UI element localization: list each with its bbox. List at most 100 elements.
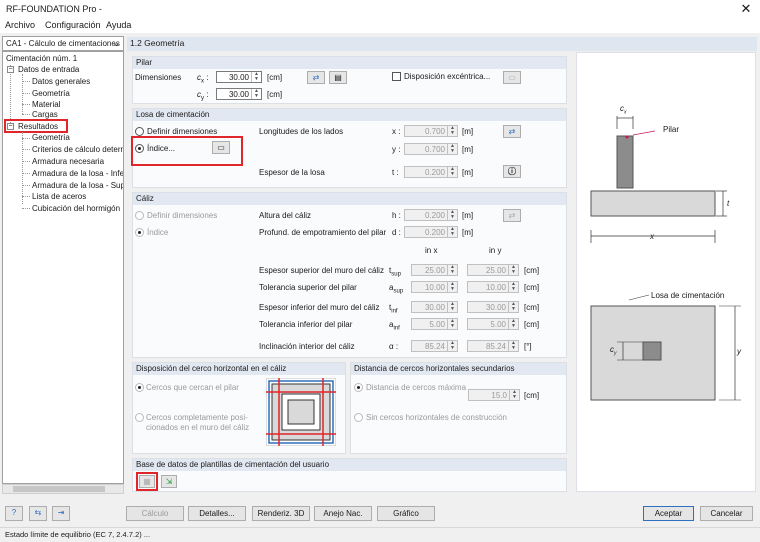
hoops-option1-radio[interactable] [135,383,144,392]
spacing-option1-label: Distancia de cercos máxima [366,383,467,392]
tree-result-item[interactable]: Geometría [32,133,70,142]
templates-header: Base de datos de plantillas de cimentaci… [133,459,566,471]
render-3d-button[interactable]: Renderiz. 3D [252,506,310,521]
define-dimensions-radio[interactable] [135,127,144,136]
details-button[interactable]: Detalles... [188,506,246,521]
tree-result-item[interactable]: Armadura necesaria [32,157,104,166]
national-annex-button[interactable]: Anejo Nac. [314,506,372,521]
hoops-preview-image [266,378,336,446]
x-input[interactable]: 0.700 ▲ ▼ [404,125,458,137]
spacing-option1-radio[interactable] [354,383,363,392]
hoops-option2-label-line1: Cercos completamente posi- [146,413,248,422]
caliz-index-radio[interactable] [135,228,144,237]
menu-archivo[interactable]: Archivo [5,20,35,30]
caliz-define-label: Definir dimensiones [147,211,218,220]
graphic-button[interactable]: Gráfico [377,506,435,521]
caliz-row-input-x[interactable]: 30.00 ▲ ▼ [411,301,458,313]
swap-icon[interactable]: ⇄ [503,125,521,138]
spacing-input[interactable]: 15.0 ▲ ▼ [468,389,520,401]
tree-result-item[interactable]: Cubicación del hormigón [32,204,120,213]
d-unit: [m] [462,228,474,237]
navigator-tree: Cimentación núm. 1 − Datos de entrada Da… [2,51,124,484]
pilar-header: Pilar [133,57,566,69]
eccentric-label: Disposición excéntrica... [404,72,491,81]
tree-result-item[interactable]: Criterios de cálculo determ [32,145,123,154]
accept-button[interactable]: Aceptar [643,506,694,521]
cancel-button[interactable]: Cancelar [700,506,753,521]
h-input[interactable]: 0.200 ▲ ▼ [404,209,458,221]
app-window: RF-FOUNDATION Pro - ✕ Archivo Configurac… [0,0,760,542]
y-label: y : [392,145,401,154]
caliz-row-symbol: tinf [389,303,398,315]
t-input[interactable]: 0.200 ▲ ▼ [404,166,458,178]
tree-result-item[interactable]: Armadura de la losa - Supe [32,181,123,190]
spacing-section: Distancia de cercos horizontales secunda… [350,362,567,454]
caliz-row-unit: [cm] [524,283,540,292]
caliz-row-symbol: α : [389,342,399,351]
edit-section-icon[interactable]: ▤ [329,71,347,84]
d-input[interactable]: 0.200 ▲ ▼ [404,226,458,238]
menu-configuracion[interactable]: Configuración [45,20,101,30]
swap-icon[interactable]: ⇄ [307,71,325,84]
tree-item-loads[interactable]: Cargas [32,110,58,119]
caliz-row-input-y[interactable]: 85.24 ▲ ▼ [467,340,519,352]
cy-label: cy : [197,90,209,102]
diagram-losa-label: Losa de cimentación [651,291,725,300]
template-import-icon[interactable]: ⇲ [161,475,177,488]
cy-input[interactable]: 30.00 ▲ ▼ [216,88,262,100]
tree-item-material[interactable]: Material [32,100,60,109]
caliz-row-unit: [cm] [524,303,540,312]
export-icon[interactable]: ⇥ [52,506,70,521]
in-x-header: in x [425,246,438,255]
case-selector[interactable]: CA1 - Cálculo de cimentaciones ⌄ [2,36,124,51]
close-icon[interactable]: ✕ [738,1,754,17]
tree-result-item[interactable]: Lista de aceros [32,192,86,201]
tree-scrollbar[interactable] [2,484,124,494]
cx-input[interactable]: 30.00 ▲ ▼ [216,71,262,83]
caliz-row-label: Tolerancia superior del pilar [259,283,357,292]
caliz-row-input-y[interactable]: 25.00 ▲ ▼ [467,264,519,276]
geometry-diagram: cx Pilar t x Losa de cimentación cy y [576,52,756,492]
import-icon[interactable]: ⇆ [29,506,47,521]
tree-root[interactable]: Cimentación núm. 1 [6,54,77,63]
caliz-row-input-y[interactable]: 5.00 ▲ ▼ [467,318,519,330]
h-unit: [m] [462,211,474,220]
caliz-row-unit: [cm] [524,320,540,329]
calc-button[interactable]: Cálculo [126,506,184,521]
caliz-row-input-y[interactable]: 10.00 ▲ ▼ [467,281,519,293]
tree-item-input[interactable]: Datos de entrada [18,65,79,74]
caliz-row-symbol: asup [389,283,404,295]
collapse-icon[interactable]: − [7,66,14,73]
tree-result-item[interactable]: Armadura de la losa - Infer [32,169,123,178]
caliz-row-input-x[interactable]: 10.00 ▲ ▼ [411,281,458,293]
help-icon[interactable]: ? [5,506,23,521]
hoops-option2-radio[interactable] [135,413,144,422]
caliz-row-input-y[interactable]: 30.00 ▲ ▼ [467,301,519,313]
menu-bar: Archivo Configuración Ayuda [0,18,760,33]
tree-item-general[interactable]: Datos generales [32,77,90,86]
diagram-y-label: y [737,347,741,356]
caliz-height-label: Altura del cáliz [259,211,312,220]
menu-ayuda[interactable]: Ayuda [106,20,131,30]
cy-unit: [cm] [267,90,283,99]
results-highlight-box [4,119,68,133]
caliz-row-input-x[interactable]: 85.24 ▲ ▼ [411,340,458,352]
caliz-row-input-x[interactable]: 5.00 ▲ ▼ [411,318,458,330]
caliz-row-input-x[interactable]: 25.00 ▲ ▼ [411,264,458,276]
swap-icon[interactable]: ⇄ [503,209,521,222]
caliz-define-radio[interactable] [135,211,144,220]
info-icon[interactable]: ⓘ [503,165,521,178]
caliz-row-label: Espesor inferior del muro del cáliz [259,303,380,312]
caliz-row-unit: [°] [524,342,532,351]
status-bar: Estado límite de equilibrio (EC 7, 2.4.7… [0,527,760,542]
d-label: d : [392,228,401,237]
diagram-cy-label: cy [610,345,617,357]
eccentric-checkbox[interactable] [392,72,401,81]
tree-item-geometry[interactable]: Geometría [32,89,70,98]
y-input[interactable]: 0.700 ▲ ▼ [404,143,458,155]
spacing-option2-radio[interactable] [354,413,363,422]
edit-eccentric-icon[interactable]: ▭ [503,71,521,84]
losa-header: Losa de cimentación [133,109,566,121]
hoops-option1-label: Cercos que cercan el pilar [146,383,239,392]
dimensions-label: Dimensiones [135,73,182,82]
